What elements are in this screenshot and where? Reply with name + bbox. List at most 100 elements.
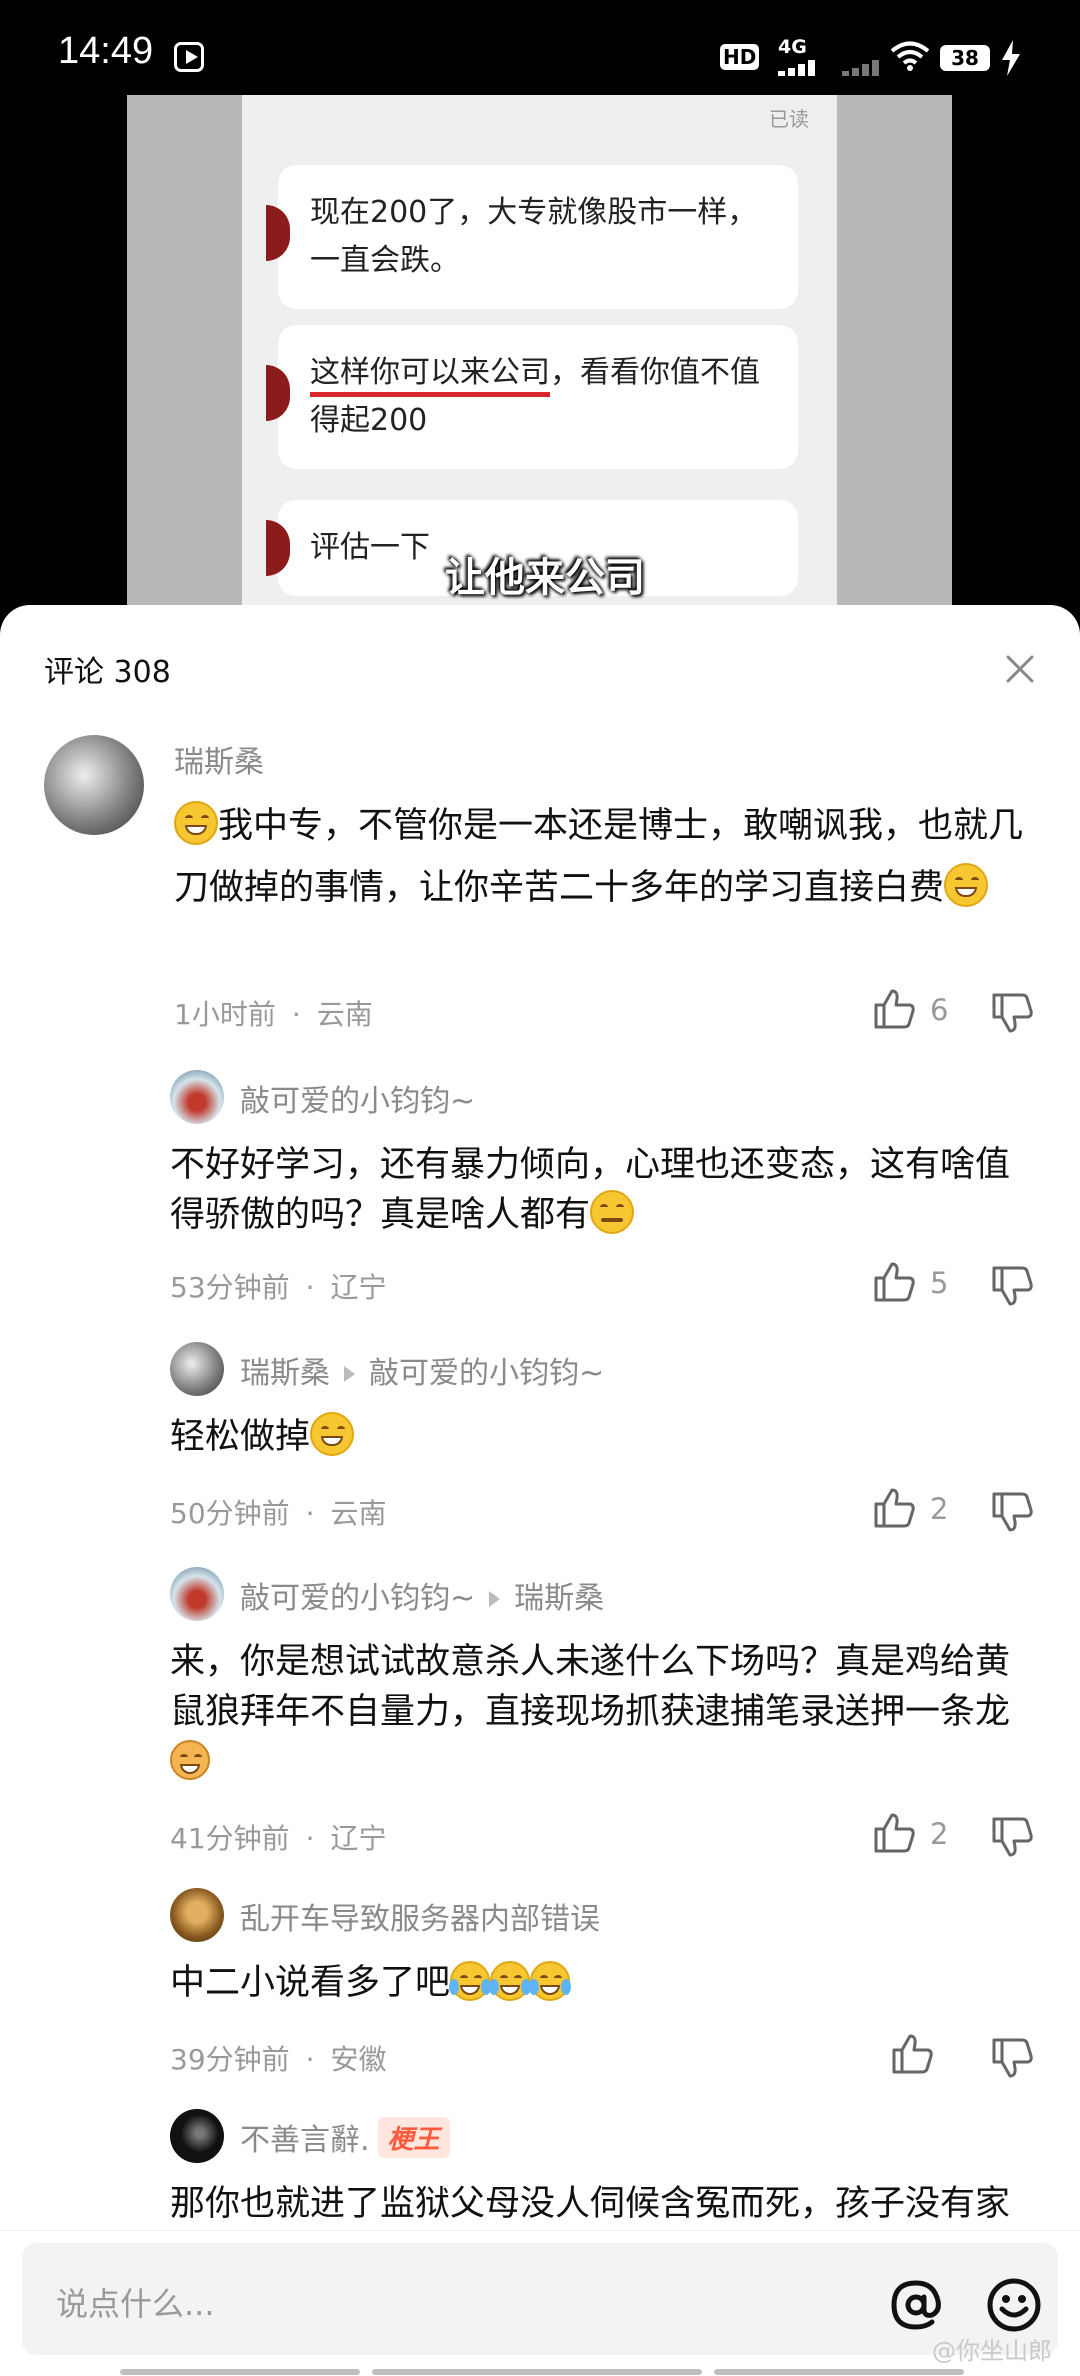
grin-emoji-icon [174,801,218,845]
comment-user-name[interactable]: 敲可爱的小钧钧~ [240,1581,475,1616]
avatar[interactable] [170,1567,224,1621]
comment-user[interactable]: 敲可爱的小钧钧~ [240,1076,475,1120]
avatar[interactable] [44,735,144,835]
comment-user[interactable]: 不善言辭. 梗王 [240,2115,450,2159]
comment-location: 辽宁 [330,1822,387,1855]
reply-to-user[interactable]: 瑞斯桑 [514,1581,604,1616]
comment-text: 我中专，不管你是一本还是博士，敢嘲讽我，也就几刀做掉的事情，让你辛苦二十多年的学… [174,795,1044,919]
comment-time: 1小时前 [174,998,276,1031]
comment-user[interactable]: 敲可爱的小钧钧~ 瑞斯桑 [240,1573,604,1617]
like-count: 2 [930,1817,949,1851]
dislike-icon[interactable] [990,2036,1034,2080]
comment-input[interactable]: 说点什么... @你坐山郎 [22,2243,1058,2365]
comment-location: 辽宁 [330,1271,387,1304]
dislike-icon[interactable] [990,1490,1034,1534]
dislike-icon[interactable] [990,991,1034,1035]
comment-user-name[interactable]: 瑞斯桑 [240,1356,330,1391]
smirk-emoji-icon [590,1190,635,1234]
like-count: 2 [930,1492,949,1526]
dislike-icon[interactable] [990,1815,1034,1859]
comment-input-bar: 说点什么... @你坐山郎 [0,2230,1080,2376]
comment-text: 轻松做掉 [170,1412,1040,1462]
comment-list[interactable]: 瑞斯桑 我中专，不管你是一本还是博士，敢嘲讽我，也就几刀做掉的事情，让你辛苦二十… [0,715,1080,2235]
dislike-icon[interactable] [990,1264,1034,1308]
chat-avatar [266,520,290,576]
comment-meta: 1小时前 · 云南 [174,998,373,1031]
comment-meta: 50分钟前 · 云南 [170,1497,387,1530]
chat-bubble-text: 评估一下 [310,530,430,565]
comment-text-content: 轻松做掉 [170,1417,311,1457]
avatar[interactable] [170,1888,224,1942]
charging-icon [1002,40,1020,76]
comment-item: 瑞斯桑 我中专，不管你是一本还是博士，敢嘲讽我，也就几刀做掉的事情，让你辛苦二十… [0,715,1080,1033]
laugh-cry-emoji-icon [449,1961,492,2001]
comment-time: 53分钟前 [170,1271,290,1304]
like-count: 6 [930,993,949,1027]
comment-item: 敲可爱的小钧钧~ 瑞斯桑 来，你是想试试故意杀人未遂什么下场吗？真是鸡给黄鼠狼拜年… [0,1567,1080,1857]
nav-indicator [372,2369,702,2375]
comment-time: 39分钟前 [170,2043,290,2076]
comment-text-content: 我中专，不管你是一本还是博士，敢嘲讽我，也就几刀做掉的事情，让你辛苦二十多年的学… [174,806,1024,908]
read-tag: 已读 [769,107,809,131]
avatar[interactable] [170,2109,224,2163]
reply-arrow-icon [489,1590,501,1607]
signal-2-icon [842,60,886,76]
comment-text: 不好好学习，还有暴力倾向，心理也还变态，这有啥值得骄傲的吗？真是啥人都有 [170,1140,1040,1240]
avatar[interactable] [170,1342,224,1396]
avatar[interactable] [170,1070,224,1124]
comment-user[interactable]: 瑞斯桑 [174,737,264,781]
chat-bubble-1: 现在200了，大专就像股市一样，一直会跌。 [266,165,798,309]
status-time: 14:49 [58,30,154,72]
like-icon[interactable] [872,1260,916,1304]
comment-item: 敲可爱的小钧钧~ 不好好学习，还有暴力倾向，心理也还变态，这有啥值得骄傲的吗？真… [0,1070,1080,1310]
user-badge: 梗王 [377,2117,450,2158]
underlined-text: 这样你可以来公司 [310,355,550,397]
comment-text-content: 那你也就进了监狱父母没人伺候含冤而死，孩子没有家教，哈哈哈心理扭曲，这你自己在监… [170,2184,1011,2235]
like-icon[interactable] [872,1811,916,1855]
comment-text: 来，你是想试试故意杀人未遂什么下场吗？真是鸡给黄鼠狼拜年不自量力，直接现场抓获逮… [170,1637,1040,1787]
signal-icon [778,60,822,76]
comment-meta: 39分钟前 · 安徽 [170,2043,387,2076]
comment-item: 瑞斯桑 敲可爱的小钧钧~ 轻松做掉 50分钟前 · 云南 2 [0,1342,1080,1532]
comment-time: 41分钟前 [170,1822,290,1855]
close-icon[interactable] [1000,649,1040,689]
comment-item: 乱开车导致服务器内部错误 中二小说看多了吧 39分钟前 · 安徽 [0,1888,1080,2078]
battery-icon: 38 [940,45,990,71]
reply-to-user[interactable]: 敲可爱的小钧钧~ [369,1356,604,1391]
chat-bubble-text: 现在200了，大专就像股市一样，一直会跌。 [310,195,758,278]
chat-bubble-2: 这样你可以来公司，看看你值不值得起200 [266,325,798,469]
laugh-cry-emoji-icon [529,1961,572,2001]
play-icon [174,42,204,72]
laugh-cry-emoji-icon [489,1961,532,2001]
chat-avatar [266,205,290,261]
comment-location: 云南 [330,1497,387,1530]
comment-location: 云南 [316,998,373,1031]
reply-arrow-icon [344,1365,355,1382]
comment-meta: 41分钟前 · 辽宁 [170,1822,387,1855]
mention-icon[interactable] [888,2277,944,2333]
comment-user-name[interactable]: 不善言辭. [240,2123,370,2158]
chat-screenshot: 已读 现在200了，大专就像股市一样，一直会跌。 这样你可以来公司，看看你值不值… [242,95,837,615]
comment-text-content: 不好好学习，还有暴力倾向，心理也还变态，这有啥值得骄傲的吗？真是啥人都有 [170,1145,1011,1235]
like-icon[interactable] [872,1486,916,1530]
comment-time: 50分钟前 [170,1497,290,1530]
chat-avatar [266,365,290,421]
comment-user[interactable]: 乱开车导致服务器内部错误 [240,1894,600,1938]
network-type: 4G [778,36,807,58]
watermark: @你坐山郎 [932,2337,1052,2365]
comment-meta: 53分钟前 · 辽宁 [170,1271,387,1304]
like-icon[interactable] [872,987,916,1031]
emoji-icon[interactable] [986,2277,1042,2333]
video-player[interactable]: 已读 现在200了，大专就像股市一样，一直会跌。 这样你可以来公司，看看你值不值… [0,95,1080,615]
comment-text-content: 中二小说看多了吧 [170,1963,451,2003]
nav-indicator [120,2369,360,2375]
hd-icon: HD [720,44,760,70]
like-icon[interactable] [890,2032,934,2076]
video-frame: 已读 现在200了，大专就像股市一样，一直会跌。 这样你可以来公司，看看你值不值… [127,95,952,615]
comment-count-title: 评论 308 [44,655,171,690]
comment-location: 安徽 [330,2043,387,2076]
comment-user[interactable]: 瑞斯桑 敲可爱的小钧钧~ [240,1348,604,1392]
comment-text: 中二小说看多了吧 [170,1958,1040,2008]
comment-header: 评论 308 [0,605,1080,725]
video-caption: 让他来公司 [445,555,645,601]
